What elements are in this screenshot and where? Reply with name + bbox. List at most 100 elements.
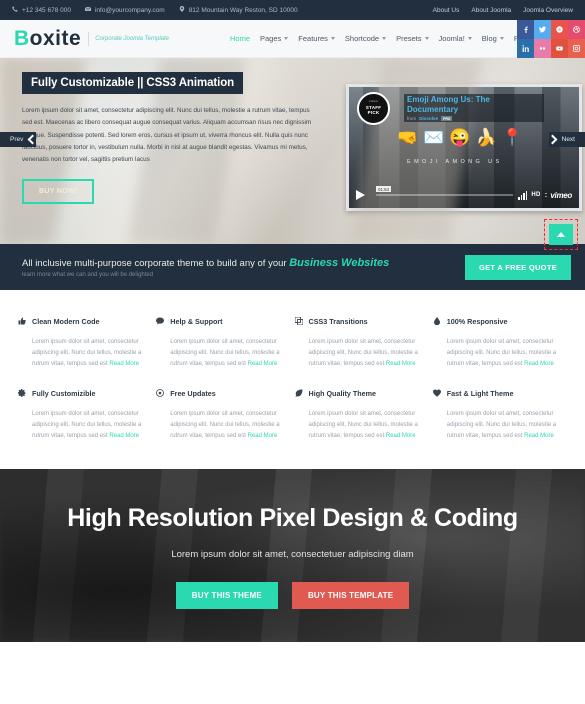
- video-caption: EMOJI AMONG US: [407, 159, 503, 165]
- nav-label: Blog: [481, 34, 497, 43]
- video-title-block: Emoji Among Us: The Documentary from Dis…: [404, 94, 544, 123]
- site-logo[interactable]: B oxite: [14, 28, 81, 49]
- address-text: 812 Mountain Way Reston, SD 10000: [188, 6, 298, 14]
- heart-icon: [432, 384, 441, 402]
- feature-body: Lorem ipsum dolor sit amet, consectetur …: [170, 409, 280, 442]
- feature-body: Lorem ipsum dolor sit amet, consectetur …: [447, 409, 557, 442]
- vimeo-logo[interactable]: vimeo: [550, 191, 572, 200]
- social-dribbble[interactable]: [568, 20, 585, 39]
- cta-text-block: All inclusive multi-purpose corporate th…: [22, 257, 389, 278]
- promo-section: High Resolution Pixel Design & Coding Lo…: [0, 468, 585, 642]
- social-skype[interactable]: S: [551, 20, 568, 39]
- phone-text: +12 345 678 000: [22, 6, 71, 14]
- address-contact[interactable]: 812 Mountain Way Reston, SD 10000: [179, 6, 298, 14]
- feature-title: Fast & Light Theme: [446, 388, 514, 398]
- social-linkedin[interactable]: [517, 39, 534, 58]
- features-row-1: Clean Modern Code Lorem ipsum dolor sit …: [18, 312, 571, 370]
- nav-label: Pages: [260, 34, 282, 43]
- nav-label: Joomla!: [438, 34, 465, 43]
- social-youtube[interactable]: [551, 39, 568, 58]
- chevron-down-icon: [424, 37, 429, 40]
- feature-title: Clean Modern Code: [32, 316, 100, 326]
- nav-item-joomla[interactable]: Joomla!: [439, 34, 472, 43]
- feature-body: Lorem ipsum dolor sit amet, consectetur …: [32, 337, 142, 370]
- feature-header: 100% Responsive: [433, 312, 557, 330]
- nav-item-features[interactable]: Features: [298, 34, 335, 43]
- envelope-icon: [84, 6, 92, 14]
- get-free-quote-button[interactable]: GET A FREE QUOTE: [465, 254, 571, 280]
- video-controls-right: HD :: vimeo: [518, 190, 572, 200]
- top-link-about-us[interactable]: About Us: [433, 7, 460, 14]
- video-title[interactable]: Emoji Among Us: The Documentary: [407, 95, 541, 114]
- feature-fully-customizible: Fully Customizible Lorem ipsum dolor sit…: [17, 384, 156, 442]
- feature-body: Lorem ipsum dolor sit amet, consectetur …: [309, 337, 419, 370]
- email-contact[interactable]: info@yourcompany.com: [84, 6, 165, 14]
- buy-this-template-button[interactable]: BUY THIS TEMPLATE: [291, 581, 410, 609]
- video-from-label: from: [407, 116, 417, 122]
- clone-icon: [294, 312, 303, 330]
- read-more-link[interactable]: Read More: [109, 433, 139, 439]
- feature-body: Lorem ipsum dolor sit amet, consectetur …: [32, 409, 142, 442]
- promo-content: High Resolution Pixel Design & Coding Lo…: [0, 469, 585, 609]
- read-more-link[interactable]: Read More: [524, 361, 554, 367]
- social-instagram[interactable]: [568, 39, 585, 58]
- volume-icon[interactable]: [518, 190, 528, 200]
- logo-initial: B: [14, 27, 30, 50]
- social-flickr[interactable]: [534, 39, 551, 58]
- staff-pick-brand: vimeo: [369, 100, 378, 104]
- buy-this-theme-button[interactable]: BUY THIS THEME: [175, 581, 278, 609]
- hd-badge[interactable]: HD: [531, 192, 540, 198]
- read-more-link[interactable]: Read More: [109, 361, 139, 367]
- hero-buy-now-button[interactable]: BUY NOW!: [22, 179, 95, 205]
- phone-contact[interactable]: +12 345 678 000: [12, 6, 71, 14]
- promo-subheading: Lorem ipsum dolor sit amet, consectetuer…: [171, 548, 414, 560]
- emoji-banana: 🍌: [475, 128, 497, 147]
- hero-text-column: Fully Customizable || CSS3 Animation Lor…: [22, 72, 322, 205]
- email-text: info@yourcompany.com: [94, 6, 165, 14]
- feature-header: Free Updates: [156, 384, 280, 402]
- video-time-display: 01:54: [376, 186, 391, 192]
- nav-item-presets[interactable]: Presets: [396, 34, 429, 43]
- comment-icon: [156, 312, 165, 330]
- cta-headline-emphasis: Business Websites: [289, 256, 390, 269]
- promo-heading: High Resolution Pixel Design & Coding: [67, 503, 518, 532]
- read-more-link[interactable]: Read More: [386, 361, 416, 367]
- top-link-about-joomla[interactable]: About Joomla: [471, 7, 511, 14]
- hero-slider: Fully Customizable || CSS3 Animation Lor…: [0, 58, 585, 244]
- cta-headline: All inclusive multi-purpose corporate th…: [22, 257, 389, 269]
- chevron-down-icon: [284, 37, 289, 40]
- fullscreen-icon[interactable]: ::: [544, 192, 547, 199]
- read-more-link[interactable]: Read More: [386, 433, 416, 439]
- features-row-2: Fully Customizible Lorem ipsum dolor sit…: [17, 384, 571, 442]
- map-marker-icon: [179, 6, 185, 14]
- video-author[interactable]: Dissolve: [419, 116, 438, 121]
- video-emoji-row: 🤜 ✉️ 😜 🍌 📍: [397, 129, 523, 146]
- chevron-down-icon: [467, 37, 472, 40]
- leaf-icon: [295, 384, 303, 402]
- video-scrubber[interactable]: [376, 194, 514, 196]
- slider-next-button[interactable]: Next: [547, 132, 585, 147]
- read-more-link[interactable]: Read More: [524, 433, 554, 439]
- nav-item-blog[interactable]: Blog: [482, 34, 504, 43]
- social-twitter[interactable]: [534, 20, 551, 39]
- nav-item-shortcode[interactable]: Shortcode: [345, 34, 387, 43]
- slider-prev-button[interactable]: Prev: [0, 132, 38, 147]
- feature-header: Fully Customizible: [17, 384, 142, 402]
- social-facebook[interactable]: [517, 20, 534, 39]
- chevron-down-icon: [382, 37, 387, 40]
- read-more-link[interactable]: Read More: [248, 361, 278, 367]
- chevron-right-icon: [547, 134, 558, 145]
- emoji-pushpin: 📍: [501, 128, 523, 147]
- gear-icon: [17, 384, 26, 402]
- feature-title: Fully Customizible: [32, 388, 96, 398]
- features-section: Clean Modern Code Lorem ipsum dolor sit …: [0, 290, 585, 469]
- feature-header: CSS3 Transitions: [294, 312, 419, 330]
- feature-header: Fast & Light Theme: [432, 384, 557, 402]
- nav-item-home[interactable]: Home: [230, 34, 250, 43]
- cta-headline-plain: All inclusive multi-purpose corporate th…: [22, 257, 290, 269]
- read-more-link[interactable]: Read More: [248, 433, 278, 439]
- top-link-joomla-overview[interactable]: Joomla Overview: [523, 7, 573, 14]
- feature-body: Lorem ipsum dolor sit amet, consectetur …: [309, 409, 419, 442]
- play-icon[interactable]: [356, 190, 365, 200]
- nav-item-pages[interactable]: Pages: [260, 34, 289, 43]
